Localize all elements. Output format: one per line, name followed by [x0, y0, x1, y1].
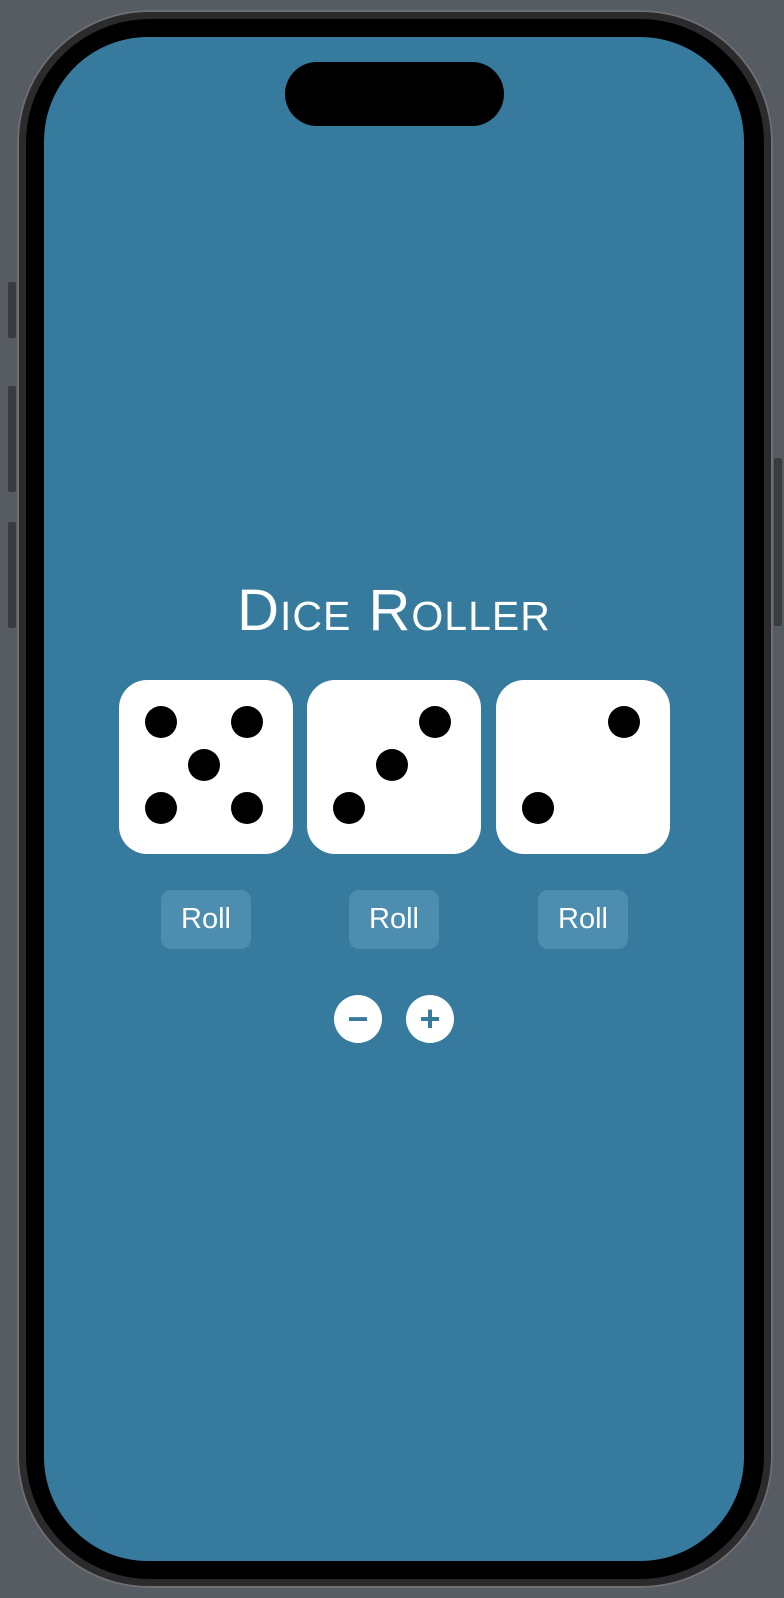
volume-down-button: [8, 522, 16, 628]
app-screen: Dice Roller Roll Roll Roll − +: [44, 37, 744, 1561]
die-3: [496, 680, 670, 854]
pip: [231, 792, 263, 824]
roll-button-die-3[interactable]: Roll: [538, 890, 628, 949]
pip: [231, 706, 263, 738]
pip: [522, 792, 554, 824]
dynamic-island: [285, 62, 504, 126]
page-title: Dice Roller: [237, 578, 551, 643]
minus-circle-icon: −: [347, 998, 369, 1039]
pip: [145, 792, 177, 824]
pip: [145, 706, 177, 738]
roll-button-die-2[interactable]: Roll: [349, 890, 439, 949]
die-1: [119, 680, 293, 854]
volume-up-button: [8, 386, 16, 492]
add-die-button[interactable]: +: [406, 995, 454, 1043]
die-2: [307, 680, 481, 854]
pip: [376, 749, 408, 781]
pip: [608, 706, 640, 738]
pip: [333, 792, 365, 824]
pip: [188, 749, 220, 781]
roll-button-die-1[interactable]: Roll: [161, 890, 251, 949]
pip: [419, 706, 451, 738]
power-button: [774, 458, 782, 626]
action-button: [8, 282, 16, 338]
plus-circle-icon: +: [419, 998, 441, 1039]
remove-die-button[interactable]: −: [334, 995, 382, 1043]
